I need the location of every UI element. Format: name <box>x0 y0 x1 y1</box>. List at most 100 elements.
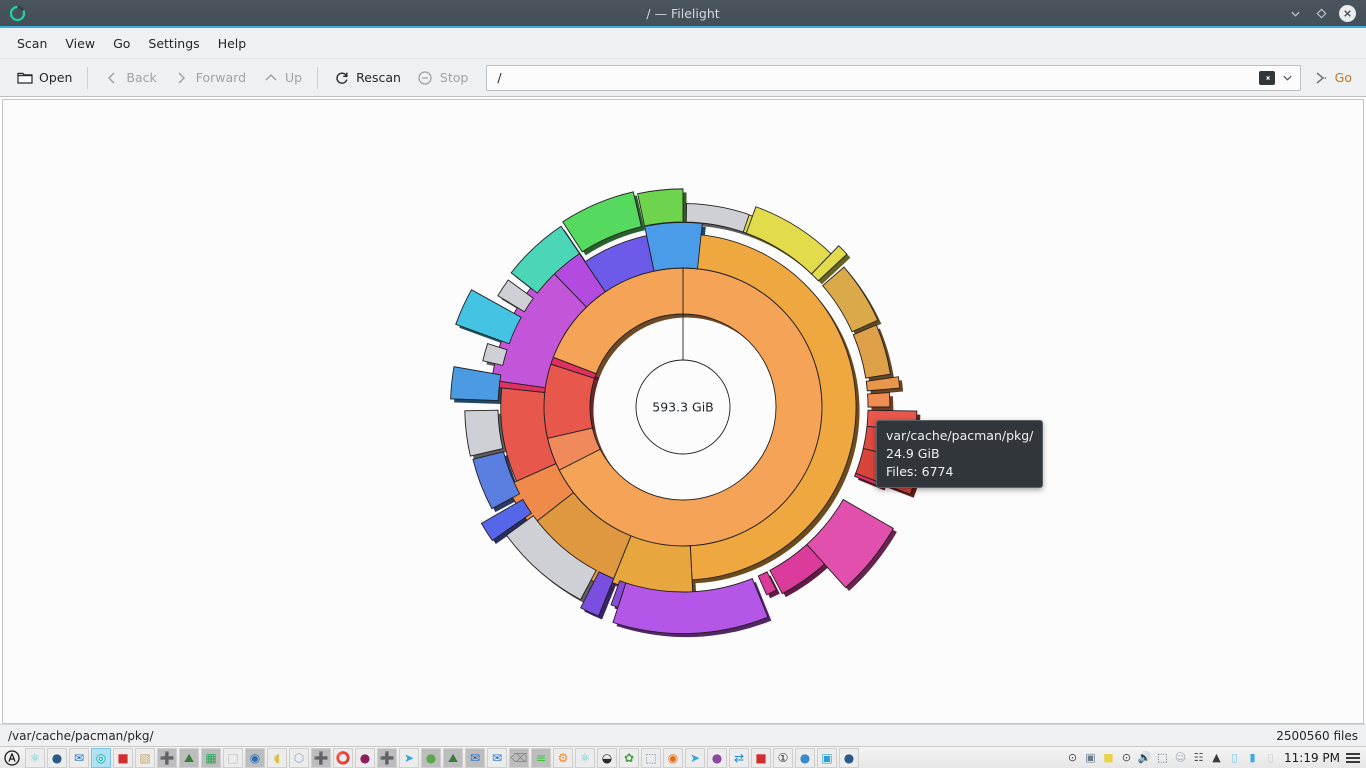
task-cube[interactable]: ⬡ <box>289 747 309 768</box>
tray-media-play2-icon: ⊙ <box>1121 751 1132 764</box>
task-globe[interactable]: ◒ <box>597 747 617 768</box>
folder-icon <box>16 69 33 86</box>
minimize-button[interactable] <box>1287 5 1304 22</box>
task-react-icon: ⚛ <box>29 750 41 765</box>
task-notes[interactable]: ▧ <box>135 747 155 768</box>
go-button[interactable]: Go <box>1307 65 1358 90</box>
menu-settings[interactable]: Settings <box>139 32 208 55</box>
start-menu-icon[interactable] <box>2 748 22 768</box>
chevron-right-icon <box>173 69 190 86</box>
task-mail[interactable]: ✉ <box>69 747 89 768</box>
task-mail3[interactable]: ✉ <box>487 747 507 768</box>
task-water-drop[interactable]: ● <box>47 747 67 768</box>
hamburger-menu-icon[interactable] <box>1346 752 1360 763</box>
task-teamviewer[interactable]: ⇄ <box>729 747 749 768</box>
task-opera-icon: ⭕ <box>335 750 351 765</box>
task-terminal[interactable]: ⌫ <box>509 747 529 768</box>
task-image-icon: ⛰ <box>183 750 195 765</box>
task-clock-app-icon: ◉ <box>249 750 261 765</box>
chart-segment[interactable]: var-log <box>867 392 891 408</box>
radial-map-canvas[interactable]: /usr-var-home-groupoptvar-cache-grouptmp… <box>2 99 1364 724</box>
tray-clipboard-icon: ☷ <box>1193 751 1204 764</box>
task-drop2[interactable]: ● <box>839 747 859 768</box>
task-calc[interactable]: ▦ <box>201 747 221 768</box>
go-arrow-icon <box>1313 69 1330 86</box>
tray-battery3[interactable]: ▯ <box>1262 749 1279 766</box>
rescan-button[interactable]: Rescan <box>325 64 409 91</box>
close-button[interactable] <box>1339 4 1356 22</box>
task-install2[interactable]: ➕ <box>311 747 331 768</box>
open-button[interactable]: Open <box>8 64 80 91</box>
task-pinwheel[interactable]: ✿ <box>619 747 639 768</box>
task-install3[interactable]: ➕ <box>377 747 397 768</box>
task-react2[interactable]: ⚛ <box>575 747 595 768</box>
task-owl[interactable]: ● <box>707 747 727 768</box>
chevron-down-icon[interactable] <box>1280 71 1296 84</box>
rescan-label: Rescan <box>356 70 401 85</box>
task-telegram2[interactable]: ➤ <box>685 747 705 768</box>
tray-user[interactable]: ☺ <box>1172 749 1189 766</box>
task-react[interactable]: ⚛ <box>25 747 45 768</box>
menu-go[interactable]: Go <box>104 32 139 55</box>
tray-notes[interactable]: ■ <box>1100 749 1117 766</box>
taskbar-clock[interactable]: 11:19 PM <box>1284 751 1340 765</box>
back-button[interactable]: Back <box>95 64 164 91</box>
task-screenshot[interactable]: ⬚ <box>641 747 661 768</box>
task-filelight-icon: ◎ <box>95 750 107 765</box>
url-input[interactable]: / <box>486 64 1301 91</box>
tray-battery2[interactable]: ▮ <box>1244 749 1261 766</box>
tray-display[interactable]: ▣ <box>1082 749 1099 766</box>
go-label: Go <box>1334 70 1352 85</box>
task-gimp[interactable]: ● <box>355 747 375 768</box>
tray-network[interactable]: ⬚ <box>1154 749 1171 766</box>
tray-media-play[interactable]: ⊙ <box>1064 749 1081 766</box>
toolbar: Open Back Forward Up Rescan Stop / Go <box>0 59 1366 97</box>
stop-button[interactable]: Stop <box>409 64 476 91</box>
maximize-button[interactable] <box>1313 5 1330 22</box>
chart-segment[interactable]: etc-a <box>637 188 684 227</box>
task-clock-app[interactable]: ◉ <box>245 747 265 768</box>
task-one[interactable]: ① <box>773 747 793 768</box>
task-image[interactable]: ⛰ <box>179 747 199 768</box>
tray-volume[interactable]: 🔊 <box>1136 749 1153 766</box>
task-console[interactable]: ≡ <box>531 747 551 768</box>
task-photo[interactable]: ⛰ <box>443 747 463 768</box>
task-firefox[interactable]: ◉ <box>663 747 683 768</box>
task-penguin-icon: ● <box>425 750 437 765</box>
chart-segment[interactable]: usr-share-sub <box>852 324 891 379</box>
tray-volume-icon: 🔊 <box>1137 751 1152 764</box>
task-opera[interactable]: ⭕ <box>333 747 353 768</box>
tray-arrow-up[interactable]: ▲ <box>1208 749 1225 766</box>
forward-button[interactable]: Forward <box>165 64 254 91</box>
window-titlebar[interactable]: / — Filelight <box>0 0 1366 28</box>
tooltip-path: var/cache/pacman/pkg/ <box>886 428 1034 443</box>
menu-help[interactable]: Help <box>209 32 256 55</box>
task-filelight[interactable]: ◎ <box>91 747 111 768</box>
sunburst-chart[interactable]: /usr-var-home-groupoptvar-cache-grouptmp… <box>3 100 1363 723</box>
task-brush[interactable]: ◖ <box>267 747 287 768</box>
clear-icon[interactable] <box>1258 70 1275 85</box>
chart-segment[interactable]: mnt <box>644 221 703 272</box>
task-recorder2[interactable]: ■ <box>751 747 771 768</box>
task-penguin[interactable]: ● <box>421 747 441 768</box>
tray-clipboard[interactable]: ☷ <box>1190 749 1207 766</box>
task-mail2[interactable]: ✉ <box>465 747 485 768</box>
task-telegram[interactable]: ➤ <box>399 747 419 768</box>
chart-segment[interactable]: free-b <box>464 409 504 457</box>
refresh-icon <box>333 69 350 86</box>
task-recorder-icon: ■ <box>117 750 129 765</box>
task-blue2[interactable]: ● <box>795 747 815 768</box>
menu-view[interactable]: View <box>56 32 104 55</box>
task-installer[interactable]: ➕ <box>157 747 177 768</box>
task-recorder[interactable]: ■ <box>113 747 133 768</box>
task-blank1[interactable]: □ <box>223 747 243 768</box>
tray-arrow-up-icon: ▲ <box>1212 751 1221 764</box>
task-512[interactable]: ▣ <box>817 747 837 768</box>
task-orange[interactable]: ⚙ <box>553 747 573 768</box>
tray-media-play2[interactable]: ⊙ <box>1118 749 1135 766</box>
task-mail-icon: ✉ <box>73 750 85 765</box>
up-button[interactable]: Up <box>254 64 310 91</box>
tray-battery1[interactable]: ▯ <box>1226 749 1243 766</box>
menu-scan[interactable]: Scan <box>8 32 56 55</box>
url-value: / <box>497 70 502 85</box>
